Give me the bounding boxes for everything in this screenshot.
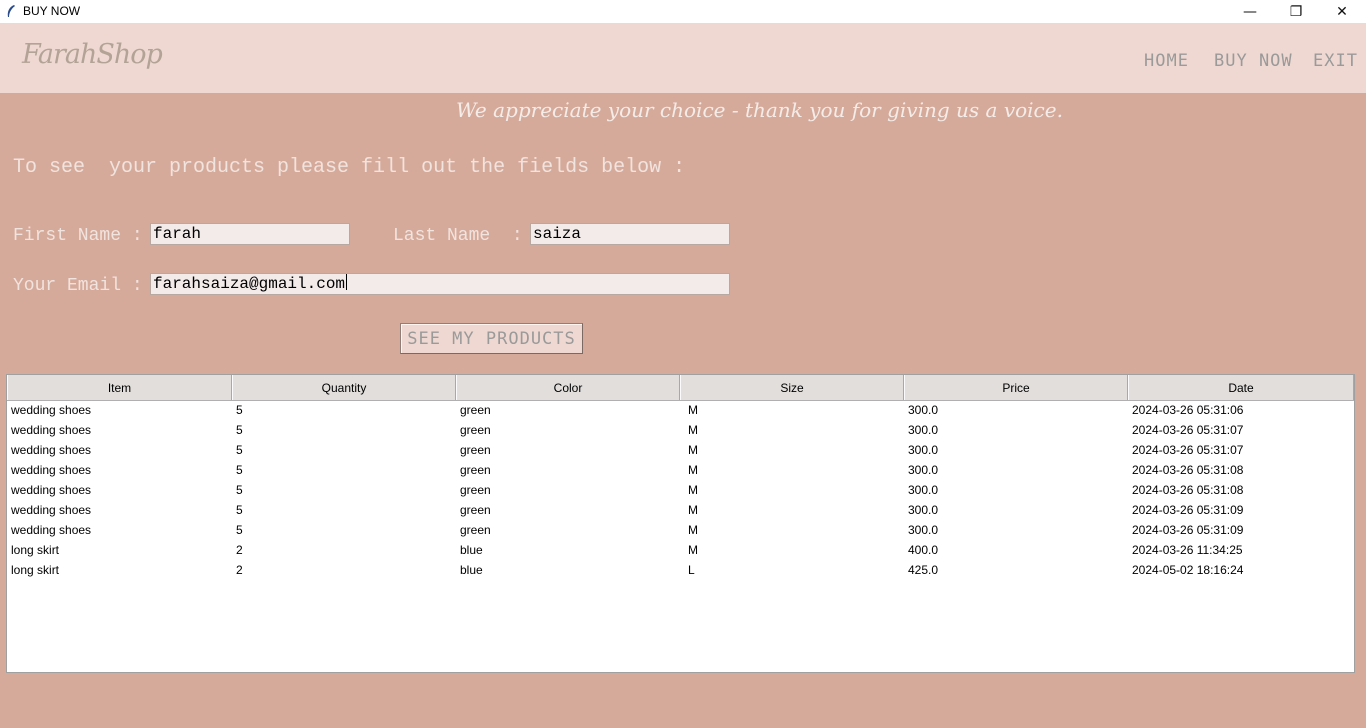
cell-size: M (688, 503, 698, 517)
cell-item: wedding shoes (11, 443, 92, 457)
cell-size: M (688, 543, 698, 557)
cell-date: 2024-03-26 05:31:09 (1132, 503, 1244, 517)
nav-exit[interactable]: EXIT (1313, 51, 1358, 71)
column-header-date[interactable]: Date (1128, 375, 1354, 400)
text-caret (346, 274, 348, 290)
cell-item: long skirt (11, 563, 60, 577)
table-row[interactable]: wedding shoes 5 green M 300.0 2024-03-26 05:3… (7, 460, 1354, 480)
cell-item: wedding shoes (11, 503, 92, 517)
cell-quantity: 2 (236, 563, 243, 577)
cell-price: 300.0 (908, 403, 939, 417)
email-label: Your Email : (13, 276, 143, 296)
cell-item: wedding shoes (11, 483, 92, 497)
email-field[interactable]: farahsaiza@gmail.com (150, 273, 730, 295)
feather-icon (7, 5, 15, 17)
cell-quantity: 5 (236, 483, 243, 497)
email-value: farahsaiza@gmail.com (153, 275, 346, 293)
table-header: Item Quantity Color Size Price Date (7, 375, 1354, 401)
tagline: We appreciate your choice - thank you fo… (456, 98, 1063, 122)
cell-size: M (688, 463, 698, 477)
nav-buy-now[interactable]: BUY NOW (1214, 51, 1293, 71)
cell-quantity: 5 (236, 423, 243, 437)
cell-quantity: 2 (236, 543, 243, 557)
table-row[interactable]: wedding shoes 5 green M 300.0 2024-03-26 05:3… (7, 400, 1354, 420)
cell-color: green (460, 463, 491, 477)
close-button[interactable]: ✕ (1319, 0, 1365, 23)
close-icon: ✕ (1336, 3, 1348, 20)
cell-size: M (688, 523, 698, 537)
cell-price: 300.0 (908, 523, 939, 537)
restore-icon: ❐ (1289, 3, 1303, 20)
cell-price: 400.0 (908, 543, 939, 557)
window-title: BUY NOW (23, 4, 81, 18)
cell-color: green (460, 503, 491, 517)
cell-price: 300.0 (908, 483, 939, 497)
cell-color: green (460, 523, 491, 537)
column-header-size[interactable]: Size (680, 375, 904, 400)
table-row[interactable]: wedding shoes 5 green M 300.0 2024-03-26 05:3… (7, 520, 1354, 540)
cell-size: M (688, 483, 698, 497)
table-row[interactable]: wedding shoes 5 green M 300.0 2024-03-26 05:3… (7, 420, 1354, 440)
cell-date: 2024-05-02 18:16:24 (1132, 563, 1244, 577)
table-row[interactable]: long skirt 2 blue L 425.0 2024-05-02 18:16:24 (7, 560, 1354, 580)
cell-size: M (688, 403, 698, 417)
column-header-price[interactable]: Price (904, 375, 1128, 400)
cell-date: 2024-03-26 05:31:07 (1132, 443, 1244, 457)
cell-item: wedding shoes (11, 423, 92, 437)
cell-size: M (688, 443, 698, 457)
table-row[interactable]: long skirt 2 blue M 400.0 2024-03-26 11:34:25 (7, 540, 1354, 560)
last-name-value: saiza (533, 225, 582, 243)
cell-quantity: 5 (236, 523, 243, 537)
last-name-field[interactable]: saiza (530, 223, 730, 245)
cell-date: 2024-03-26 05:31:07 (1132, 423, 1244, 437)
products-table[interactable]: Item Quantity Color Size Price Date wedd… (6, 374, 1355, 673)
cell-price: 300.0 (908, 463, 939, 477)
cell-date: 2024-03-26 05:31:06 (1132, 403, 1244, 417)
first-name-value: farah (153, 225, 202, 243)
shop-logo[interactable]: FarahShop (22, 39, 163, 70)
cell-date: 2024-03-26 05:31:08 (1132, 463, 1244, 477)
cell-price: 300.0 (908, 443, 939, 457)
instructions-text: To see your products please fill out the… (13, 156, 686, 179)
see-my-products-button[interactable]: SEE MY PRODUCTS (400, 323, 583, 354)
minimize-icon: — (1243, 3, 1257, 20)
restore-button[interactable]: ❐ (1273, 0, 1319, 23)
cell-quantity: 5 (236, 463, 243, 477)
first-name-field[interactable]: farah (150, 223, 350, 245)
cell-quantity: 5 (236, 403, 243, 417)
first-name-label: First Name : (13, 226, 143, 246)
cell-quantity: 5 (236, 443, 243, 457)
cell-price: 425.0 (908, 563, 939, 577)
minimize-button[interactable]: — (1227, 0, 1273, 23)
cell-date: 2024-03-26 05:31:09 (1132, 523, 1244, 537)
cell-color: green (460, 423, 491, 437)
table-row[interactable]: wedding shoes 5 green M 300.0 2024-03-26 05:3… (7, 440, 1354, 460)
cell-price: 300.0 (908, 423, 939, 437)
column-header-color[interactable]: Color (456, 375, 680, 400)
cell-size: M (688, 423, 698, 437)
cell-item: wedding shoes (11, 403, 92, 417)
app-header: FarahShop HOME BUY NOW EXIT (0, 23, 1366, 93)
column-header-item[interactable]: Item (7, 375, 232, 400)
cell-price: 300.0 (908, 503, 939, 517)
cell-item: long skirt (11, 543, 60, 557)
cell-date: 2024-03-26 05:31:08 (1132, 483, 1244, 497)
cell-date: 2024-03-26 11:34:25 (1132, 543, 1243, 557)
cell-size: L (688, 563, 695, 577)
table-row[interactable]: wedding shoes 5 green M 300.0 2024-03-26 05:3… (7, 480, 1354, 500)
cell-color: green (460, 403, 491, 417)
cell-quantity: 5 (236, 503, 243, 517)
cell-color: green (460, 483, 491, 497)
column-header-quantity[interactable]: Quantity (232, 375, 456, 400)
window-titlebar: BUY NOW — ❐ ✕ (0, 0, 1366, 23)
last-name-label: Last Name : (393, 226, 523, 246)
nav-home[interactable]: HOME (1144, 51, 1189, 71)
table-row[interactable]: wedding shoes 5 green M 300.0 2024-03-26 05:3… (7, 500, 1354, 520)
cell-item: wedding shoes (11, 463, 92, 477)
cell-color: blue (460, 543, 483, 557)
cell-color: blue (460, 563, 483, 577)
cell-item: wedding shoes (11, 523, 92, 537)
cell-color: green (460, 443, 491, 457)
